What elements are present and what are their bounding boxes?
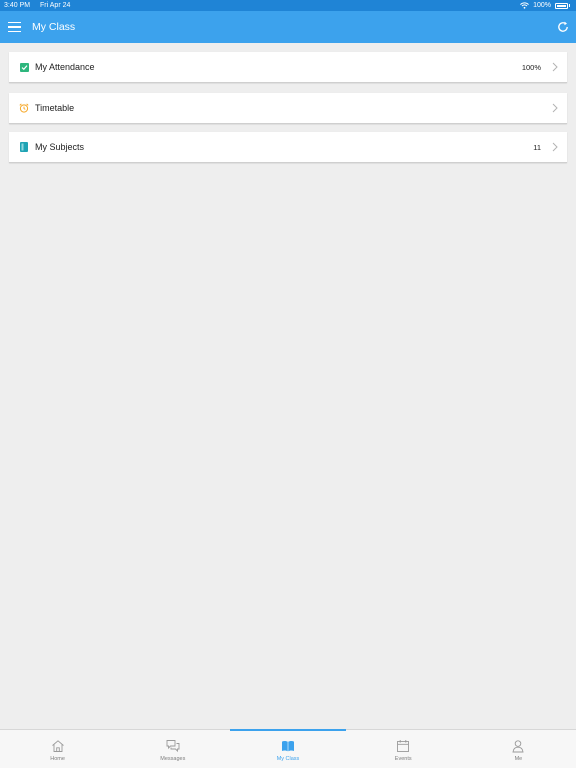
home-icon <box>51 740 64 752</box>
attendance-value: 100% <box>521 62 541 72</box>
status-right: 100% <box>520 2 570 9</box>
status-left: 3:40 PM Fri Apr 24 <box>4 2 78 9</box>
menu-line <box>8 26 21 28</box>
open-book-icon <box>282 741 294 752</box>
tab-label: Me <box>514 756 523 762</box>
tab-label: My Class <box>276 756 300 762</box>
attendance-label: My Attendance <box>35 62 95 72</box>
subjects-count: 11 <box>533 142 541 152</box>
attendance-row[interactable]: My Attendance 100% <box>9 52 567 83</box>
chevron-right-icon <box>552 103 558 113</box>
user-icon <box>512 740 524 753</box>
wifi-icon <box>520 2 529 9</box>
tab-messages[interactable]: Messages <box>115 730 230 768</box>
subjects-row[interactable]: My Subjects 11 <box>9 132 567 163</box>
calendar-icon <box>397 740 410 752</box>
tab-me[interactable]: Me <box>461 730 576 768</box>
tab-label: Messages <box>160 756 186 762</box>
book-icon <box>19 142 29 152</box>
tab-home[interactable]: Home <box>0 730 115 768</box>
tab-events[interactable]: Events <box>346 730 461 768</box>
app-window: 3:40 PM Fri Apr 24 100% My Class My Atte… <box>0 0 576 768</box>
menu-line <box>8 30 21 33</box>
header-bar: My Class <box>0 11 576 43</box>
subjects-label: My Subjects <box>35 142 85 152</box>
check-square-icon <box>19 62 29 72</box>
chevron-right-icon <box>552 62 558 72</box>
status-bar: 3:40 PM Fri Apr 24 100% <box>0 0 576 11</box>
alarm-clock-icon <box>19 103 29 113</box>
tab-label: Events <box>394 756 412 762</box>
tab-label: Home <box>50 756 65 762</box>
messages-icon <box>166 740 180 753</box>
battery-tip <box>569 4 570 7</box>
chevron-right-icon <box>552 142 558 152</box>
timetable-label: Timetable <box>35 103 75 113</box>
refresh-icon[interactable] <box>556 20 570 34</box>
status-date: Fri Apr 24 <box>40 2 71 9</box>
tab-bar: Home Messages My Class Events Me <box>0 729 576 768</box>
menu-button[interactable] <box>0 11 28 43</box>
battery-percent: 100% <box>533 2 551 9</box>
page-title: My Class <box>32 21 76 33</box>
class-menu-list: My Attendance 100% Timetable My Subjects… <box>9 52 567 173</box>
active-tab-indicator <box>230 729 346 731</box>
tab-my-class[interactable]: My Class <box>230 729 346 768</box>
menu-line <box>8 21 21 24</box>
status-time: 3:40 PM <box>4 2 31 9</box>
timetable-row[interactable]: Timetable <box>9 93 567 124</box>
battery-icon <box>555 2 568 9</box>
